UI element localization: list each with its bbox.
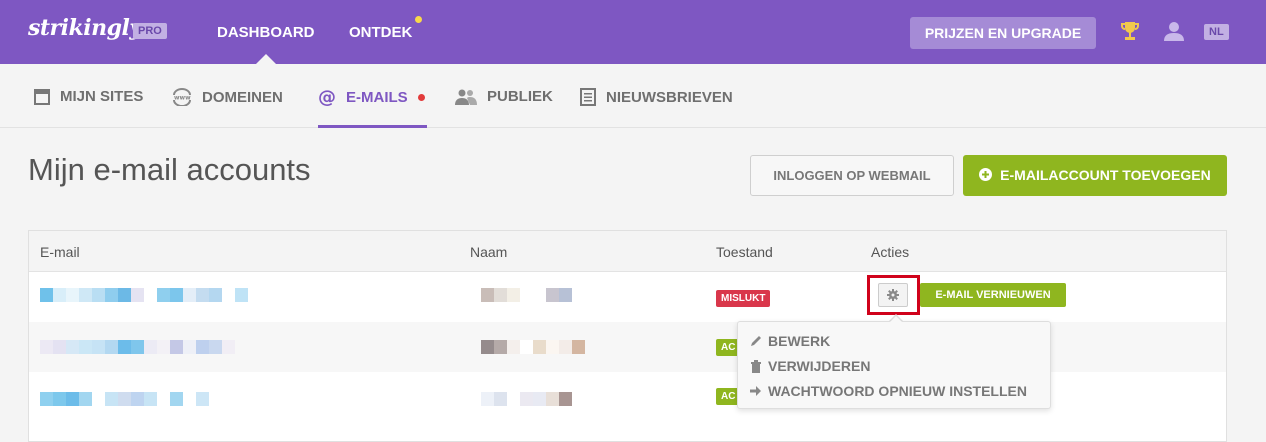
menu-item-verwijderen[interactable]: VERWIJDEREN bbox=[750, 358, 870, 374]
top-bar: strikingly PRO DASHBOARD ONTDEK PRIJZEN … bbox=[0, 0, 1266, 64]
blurred-name bbox=[481, 288, 572, 302]
notification-dot bbox=[415, 16, 422, 23]
tab-domeinen[interactable]: www DOMEINEN bbox=[172, 88, 283, 106]
unread-dot bbox=[417, 93, 425, 101]
svg-text:@: @ bbox=[318, 88, 336, 106]
nav-ontdek[interactable]: ONTDEK bbox=[349, 24, 412, 41]
active-nav-caret bbox=[256, 54, 276, 64]
tab-label: PUBLIEK bbox=[487, 88, 553, 105]
pencil-icon bbox=[751, 336, 761, 346]
menu-item-wachtwoord-opnieuw-instellen[interactable]: WACHTWOORD OPNIEUW INSTELLEN bbox=[750, 383, 1027, 399]
browser-icon bbox=[34, 88, 50, 105]
at-icon: @ bbox=[318, 88, 336, 106]
user-icon[interactable] bbox=[1163, 20, 1185, 47]
actions-dropdown-menu: BEWERK VERWIJDEREN WACHTWOORD OPNIEUW IN… bbox=[737, 321, 1051, 409]
column-header-email: E-mail bbox=[40, 244, 80, 260]
tab-nieuwsbrieven[interactable]: NIEUWSBRIEVEN bbox=[580, 88, 733, 106]
upgrade-button[interactable]: PRIJZEN EN UPGRADE bbox=[910, 17, 1096, 49]
newsletter-icon bbox=[580, 88, 596, 106]
blurred-email bbox=[40, 392, 222, 406]
add-email-account-label: E-MAILACCOUNT TOEVOEGEN bbox=[1000, 167, 1211, 183]
nav-dashboard[interactable]: DASHBOARD bbox=[217, 24, 315, 41]
tab-e-mails[interactable]: @ E-MAILS bbox=[318, 88, 425, 106]
pro-badge: PRO bbox=[133, 23, 167, 39]
highlight-box bbox=[867, 275, 920, 315]
arrow-right-icon bbox=[750, 386, 761, 396]
blurred-name bbox=[481, 392, 572, 406]
tab-label: DOMEINEN bbox=[202, 88, 283, 106]
page-title: Mijn e-mail accounts bbox=[28, 152, 311, 187]
trash-icon bbox=[751, 359, 761, 373]
renew-email-button[interactable]: E-MAIL VERNIEUWEN bbox=[920, 283, 1066, 307]
blurred-name bbox=[481, 340, 585, 354]
column-header-toestand: Toestand bbox=[716, 244, 773, 260]
blurred-email bbox=[40, 340, 235, 354]
plus-circle-icon bbox=[979, 168, 993, 181]
status-badge: MISLUKT bbox=[716, 290, 771, 307]
add-email-account-button[interactable]: E-MAILACCOUNT TOEVOEGEN bbox=[963, 155, 1227, 196]
webmail-login-button[interactable]: INLOGGEN OP WEBMAIL bbox=[750, 155, 954, 196]
column-header-acties: Acties bbox=[871, 244, 910, 260]
tab-publiek[interactable]: PUBLIEK bbox=[455, 88, 553, 105]
table-header: E-mail Naam Toestand Acties bbox=[29, 231, 1226, 272]
tab-label: E-MAILS bbox=[346, 88, 408, 106]
menu-item-label: VERWIJDEREN bbox=[768, 358, 871, 374]
sub-navigation: MIJN SITES www DOMEINEN @ E-MAILS PUBLIE… bbox=[0, 64, 1266, 128]
tab-mijn-sites[interactable]: MIJN SITES bbox=[34, 88, 143, 105]
trophy-icon[interactable] bbox=[1120, 20, 1140, 47]
dropdown-caret-inner bbox=[889, 316, 903, 323]
language-selector[interactable]: NL bbox=[1204, 24, 1229, 40]
svg-text:www: www bbox=[174, 95, 191, 102]
menu-item-label: BEWERK bbox=[768, 333, 831, 349]
users-icon bbox=[455, 89, 477, 105]
column-header-naam: Naam bbox=[470, 244, 508, 260]
menu-item-bewerk[interactable]: BEWERK bbox=[750, 333, 830, 349]
tab-label: MIJN SITES bbox=[60, 88, 144, 105]
blurred-email bbox=[40, 288, 248, 302]
active-tab-underline bbox=[318, 125, 427, 128]
menu-item-label: WACHTWOORD OPNIEUW INSTELLEN bbox=[768, 383, 1027, 399]
logo[interactable]: strikingly bbox=[28, 15, 142, 41]
tab-label: NIEUWSBRIEVEN bbox=[606, 88, 733, 106]
www-icon: www bbox=[173, 88, 191, 106]
